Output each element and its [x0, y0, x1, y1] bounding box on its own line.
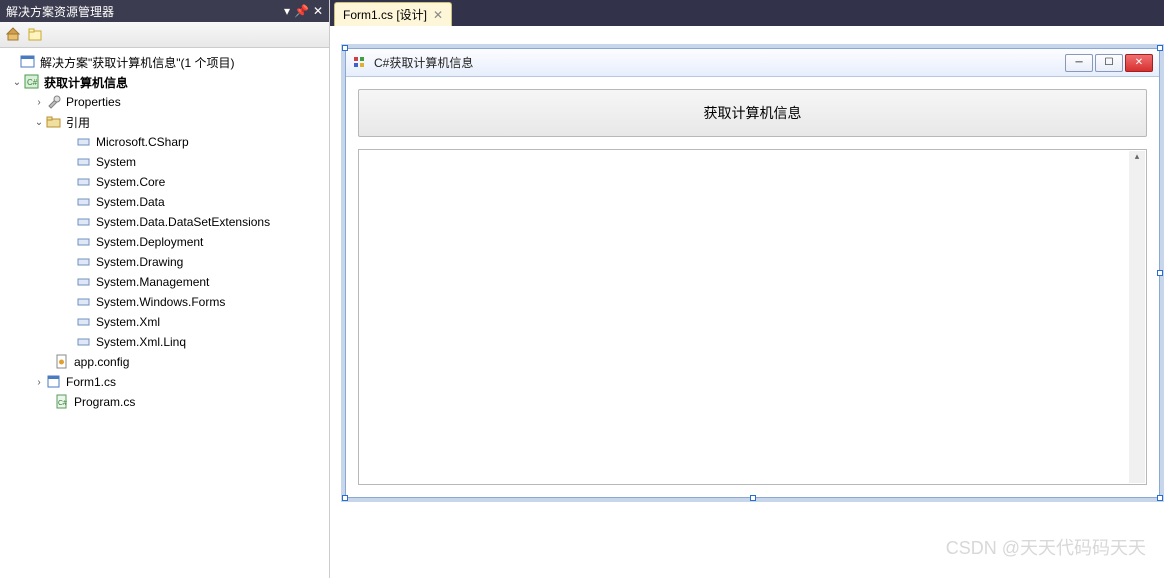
project-label: 获取计算机信息 — [44, 74, 128, 91]
reference-item[interactable]: System.Core — [0, 172, 329, 192]
reference-item[interactable]: System.Xml.Linq — [0, 332, 329, 352]
program-label: Program.cs — [74, 395, 135, 409]
form1-label: Form1.cs — [66, 375, 116, 389]
show-all-files-icon[interactable] — [28, 27, 44, 43]
resize-handle[interactable] — [750, 495, 756, 501]
form-titlebar[interactable]: C#获取计算机信息 ─ ☐ ✕ — [346, 49, 1159, 77]
reference-icon — [76, 154, 92, 170]
project-node[interactable]: ⌄ C# 获取计算机信息 — [0, 72, 329, 92]
chevron-right-icon[interactable]: › — [32, 377, 46, 388]
maximize-button[interactable]: ☐ — [1095, 54, 1123, 72]
form-file-icon — [46, 374, 62, 390]
reference-icon — [76, 314, 92, 330]
panel-dropdown-icon[interactable]: ▾ — [284, 4, 290, 18]
reference-label: System.Core — [96, 175, 165, 189]
reference-label: System.Windows.Forms — [96, 295, 225, 309]
reference-label: System.Xml.Linq — [96, 335, 186, 349]
program-node[interactable]: C# Program.cs — [0, 392, 329, 412]
svg-text:C#: C# — [58, 400, 67, 407]
chevron-right-icon[interactable]: › — [32, 97, 46, 108]
result-listbox[interactable] — [358, 149, 1147, 485]
resize-handle[interactable] — [342, 495, 348, 501]
reference-item[interactable]: Microsoft.CSharp — [0, 132, 329, 152]
pin-icon[interactable]: 📌 — [294, 4, 309, 18]
reference-label: System.Xml — [96, 315, 160, 329]
tab-close-icon[interactable]: ✕ — [433, 8, 443, 22]
csharp-project-icon: C# — [24, 74, 40, 90]
solution-icon — [20, 54, 36, 70]
reference-label: System.Deployment — [96, 235, 203, 249]
chevron-down-icon[interactable]: ⌄ — [32, 117, 46, 128]
svg-text:C#: C# — [27, 78, 38, 87]
reference-label: System.Data.DataSetExtensions — [96, 215, 270, 229]
wrench-icon — [46, 94, 62, 110]
solution-tree[interactable]: 解决方案"获取计算机信息"(1 个项目) ⌄ C# 获取计算机信息 › Prop… — [0, 48, 329, 578]
reference-label: System.Management — [96, 275, 209, 289]
tab-label: Form1.cs [设计] — [343, 6, 427, 23]
reference-item[interactable]: System.Data.DataSetExtensions — [0, 212, 329, 232]
references-node[interactable]: ⌄ 引用 — [0, 112, 329, 132]
tab-form1-design[interactable]: Form1.cs [设计] ✕ — [334, 2, 452, 26]
form-client-area: 获取计算机信息 — [346, 77, 1159, 497]
properties-label: Properties — [66, 95, 121, 109]
appconfig-label: app.config — [74, 355, 129, 369]
panel-header: 解决方案资源管理器 ▾ 📌 ✕ — [0, 0, 329, 22]
get-computer-info-button[interactable]: 获取计算机信息 — [358, 89, 1147, 137]
editor-area: Form1.cs [设计] ✕ C#获取计算机信息 ─ ☐ ✕ 获取计算机信息 — [330, 0, 1164, 578]
appconfig-node[interactable]: app.config — [0, 352, 329, 372]
solution-node[interactable]: 解决方案"获取计算机信息"(1 个项目) — [0, 52, 329, 72]
references-label: 引用 — [66, 114, 90, 131]
reference-icon — [76, 194, 92, 210]
watermark-text: CSDN @天天代码码天天 — [946, 534, 1146, 560]
form-window[interactable]: C#获取计算机信息 ─ ☐ ✕ 获取计算机信息 — [345, 48, 1160, 498]
resize-handle[interactable] — [1157, 45, 1163, 51]
reference-label: System.Data — [96, 195, 165, 209]
close-icon[interactable]: ✕ — [313, 4, 323, 18]
resize-handle[interactable] — [1157, 495, 1163, 501]
reference-label: Microsoft.CSharp — [96, 135, 189, 149]
tab-strip: Form1.cs [设计] ✕ — [330, 0, 1164, 26]
properties-node[interactable]: › Properties — [0, 92, 329, 112]
reference-icon — [76, 294, 92, 310]
reference-item[interactable]: System.Management — [0, 272, 329, 292]
solution-toolbar — [0, 22, 329, 48]
cs-file-icon: C# — [54, 394, 70, 410]
reference-item[interactable]: System.Deployment — [0, 232, 329, 252]
solution-explorer-panel: 解决方案资源管理器 ▾ 📌 ✕ 解决方案"获取计算机信息"(1 个项目) ⌄ C… — [0, 0, 330, 578]
minimize-button[interactable]: ─ — [1065, 54, 1093, 72]
reference-icon — [76, 334, 92, 350]
resize-handle[interactable] — [1157, 270, 1163, 276]
scrollbar[interactable] — [1129, 151, 1145, 483]
button-label: 获取计算机信息 — [704, 103, 802, 123]
reference-icon — [76, 274, 92, 290]
reference-item[interactable]: System.Xml — [0, 312, 329, 332]
reference-item[interactable]: System — [0, 152, 329, 172]
form1-node[interactable]: › Form1.cs — [0, 372, 329, 392]
reference-item[interactable]: System.Data — [0, 192, 329, 212]
chevron-down-icon[interactable]: ⌄ — [10, 77, 24, 88]
reference-label: System — [96, 155, 136, 169]
window-close-button[interactable]: ✕ — [1125, 54, 1153, 72]
config-file-icon — [54, 354, 70, 370]
solution-label: 解决方案"获取计算机信息"(1 个项目) — [40, 54, 235, 71]
reference-icon — [76, 134, 92, 150]
form-title: C#获取计算机信息 — [374, 54, 1065, 71]
resize-handle[interactable] — [342, 45, 348, 51]
reference-label: System.Drawing — [96, 255, 183, 269]
reference-item[interactable]: System.Windows.Forms — [0, 292, 329, 312]
reference-icon — [76, 234, 92, 250]
form-app-icon — [352, 55, 368, 71]
reference-icon — [76, 214, 92, 230]
designer-surface[interactable]: C#获取计算机信息 ─ ☐ ✕ 获取计算机信息 — [330, 26, 1164, 578]
reference-icon — [76, 254, 92, 270]
panel-title: 解决方案资源管理器 — [6, 3, 284, 20]
reference-item[interactable]: System.Drawing — [0, 252, 329, 272]
folder-icon — [46, 114, 62, 130]
home-icon[interactable] — [6, 27, 22, 43]
reference-icon — [76, 174, 92, 190]
